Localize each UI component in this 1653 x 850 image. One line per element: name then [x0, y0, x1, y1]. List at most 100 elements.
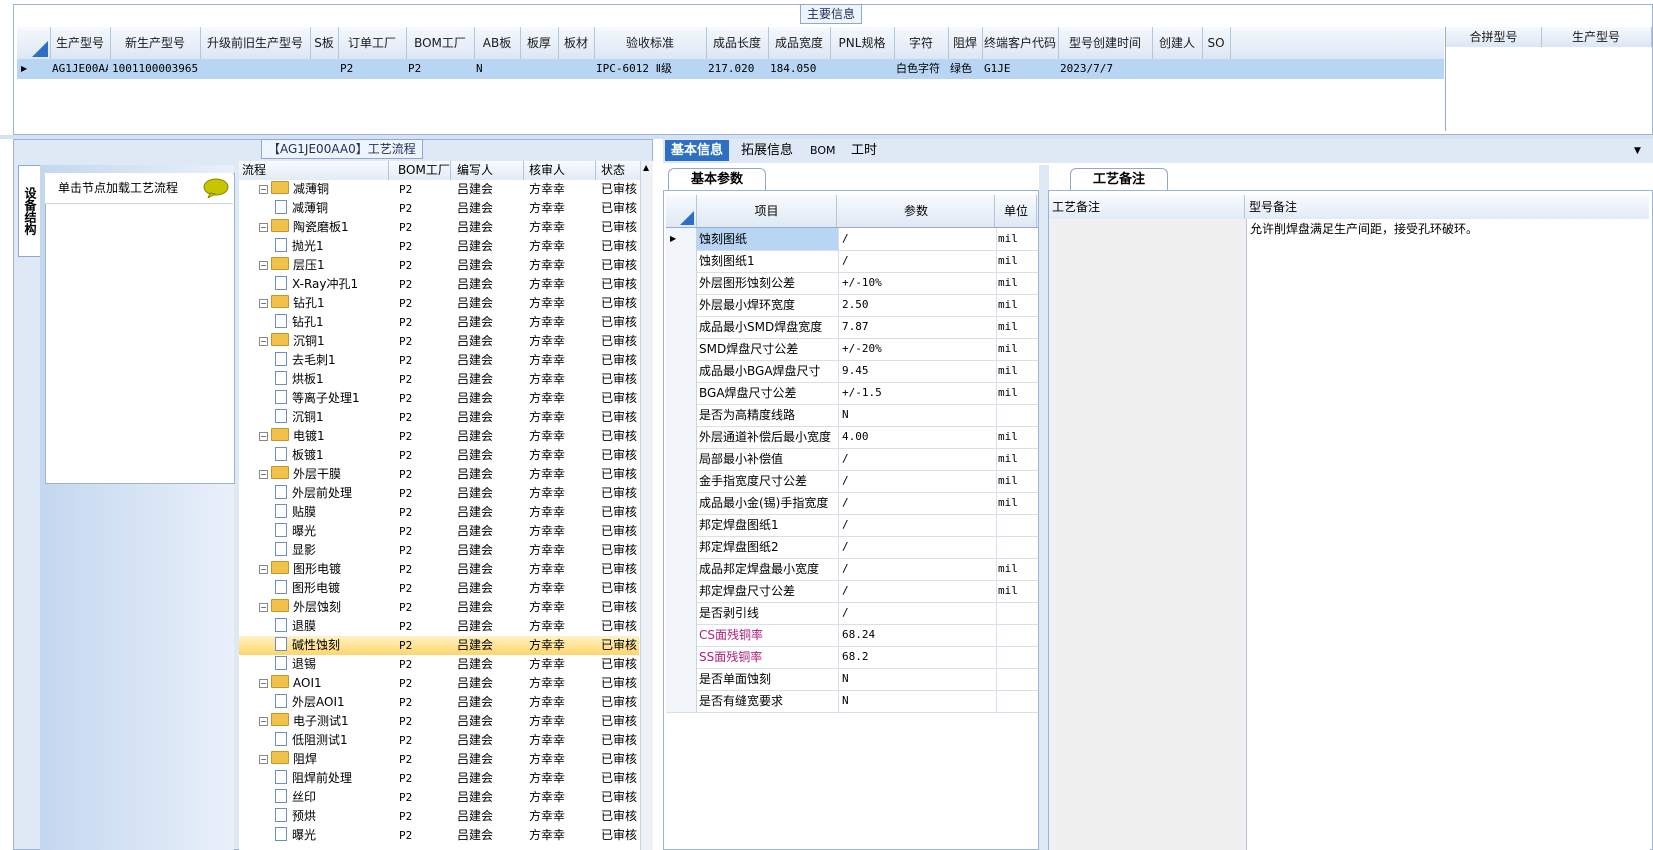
main-cell[interactable]: N	[476, 59, 518, 79]
tree-col-header[interactable]: 核审人	[526, 161, 596, 180]
tree-node[interactable]: 曝光	[275, 826, 389, 845]
tree-node[interactable]: 抛光1	[275, 237, 389, 256]
tree-node[interactable]: − 阻焊	[259, 750, 389, 769]
tree-row[interactable]: − 外层蚀刻 P2 吕建会 方幸幸 已审核	[239, 598, 639, 617]
main-col-header[interactable]: 验收标准	[594, 27, 707, 59]
tree-node[interactable]: − 图形电镀	[259, 560, 389, 579]
scroll-up-icon[interactable]: ▲	[643, 163, 649, 172]
main-cell[interactable]	[1154, 59, 1200, 79]
tree-row[interactable]: − 电子测试1 P2 吕建会 方幸幸 已审核	[239, 712, 639, 731]
tab-basic-info[interactable]: 基本信息	[665, 140, 730, 161]
params-col-header[interactable]: 参数	[838, 195, 995, 227]
merge-col-header[interactable]: 合拼型号	[1446, 27, 1542, 47]
param-row[interactable]: 外层最小焊环宽度 2.50 mil	[666, 294, 1038, 317]
param-value[interactable]: N	[838, 690, 997, 712]
tree-node[interactable]: 减薄铜	[275, 199, 389, 218]
main-cell[interactable]	[560, 59, 592, 79]
tree-node[interactable]: 等离子处理1	[275, 389, 389, 408]
collapse-icon[interactable]: −	[259, 679, 268, 688]
tree-node[interactable]: − 沉铜1	[259, 332, 389, 351]
main-cell[interactable]: G1JE	[984, 59, 1056, 79]
param-row[interactable]: 邦定焊盘图纸1/	[666, 514, 1038, 537]
tree-row[interactable]: 显影 P2 吕建会 方幸幸 已审核	[239, 541, 639, 560]
collapse-icon[interactable]: −	[259, 755, 268, 764]
collapse-icon[interactable]: −	[259, 261, 268, 270]
tree-node[interactable]: 烘板1	[275, 370, 389, 389]
tree-node[interactable]: − 陶瓷磨板1	[259, 218, 389, 237]
side-list[interactable]	[45, 173, 235, 484]
main-cell[interactable]: P2	[408, 59, 472, 79]
main-cell[interactable]: P2	[340, 59, 404, 79]
tab-basic-params[interactable]: 基本参数	[668, 168, 766, 191]
tree-node[interactable]: − AOI1	[259, 674, 389, 693]
tree-col-header[interactable]: 状态	[598, 161, 642, 180]
collapse-icon[interactable]: −	[259, 717, 268, 726]
param-row[interactable]: 蚀刻图纸1/mil	[666, 250, 1038, 273]
param-row[interactable]: 外层图形蚀刻公差 +/-10% mil	[666, 272, 1038, 295]
param-row[interactable]: BGA焊盘尺寸公差 +/-1.5 mil	[666, 382, 1038, 405]
tree-row[interactable]: − 层压1 P2 吕建会 方幸幸 已审核	[239, 256, 639, 275]
param-value[interactable]: 2.50	[838, 294, 997, 316]
param-row[interactable]: 成品最小SMD焊盘宽度 7.87 mil	[666, 316, 1038, 339]
collapse-icon[interactable]: −	[259, 470, 268, 479]
main-cell[interactable]: 白色字符	[896, 59, 946, 79]
tree-row[interactable]: − 减薄铜 P2 吕建会 方幸幸 已审核	[239, 180, 639, 199]
merge-grid-body[interactable]	[1445, 47, 1651, 131]
tab-work-hours[interactable]: 工时	[845, 140, 883, 161]
tree-node[interactable]: 去毛刺1	[275, 351, 389, 370]
tree-row[interactable]: − 陶瓷磨板1 P2 吕建会 方幸幸 已审核	[239, 218, 639, 237]
tree-node[interactable]: 碱性蚀刻	[275, 636, 389, 655]
tree-row[interactable]: 板镀1 P2 吕建会 方幸幸 已审核	[239, 446, 639, 465]
main-col-header[interactable]: 新生产型号	[110, 27, 201, 59]
tree-row[interactable]: 退锡 P2 吕建会 方幸幸 已审核	[239, 655, 639, 674]
tree-node[interactable]: 退锡	[275, 655, 389, 674]
main-cell[interactable]: 217.020	[708, 59, 766, 79]
param-row[interactable]: 金手指宽度尺寸公差 / mil	[666, 470, 1038, 493]
tree-node[interactable]: − 外层干膜	[259, 465, 389, 484]
param-row[interactable]: 成品邦定焊盘最小宽度 / mil	[666, 558, 1038, 581]
tree-row[interactable]: 减薄铜 P2 吕建会 方幸幸 已审核	[239, 199, 639, 218]
remark-col-header[interactable]: 型号备注	[1249, 195, 1449, 219]
tree-node[interactable]: 图形电镀	[275, 579, 389, 598]
tree-row[interactable]: X-Ray冲孔1 P2 吕建会 方幸幸 已审核	[239, 275, 639, 294]
tree-row[interactable]: 钻孔1 P2 吕建会 方幸幸 已审核	[239, 313, 639, 332]
main-col-header[interactable]: 生产型号	[50, 27, 111, 59]
main-cell[interactable]	[202, 59, 308, 79]
tree-row[interactable]: 碱性蚀刻 P2 吕建会 方幸幸 已审核	[239, 636, 639, 655]
main-cell[interactable]: 184.050	[770, 59, 828, 79]
tree-node[interactable]: 沉铜1	[275, 408, 389, 427]
tree-row[interactable]: − 阻焊 P2 吕建会 方幸幸 已审核	[239, 750, 639, 769]
remark-col-header[interactable]: 工艺备注	[1052, 195, 1245, 219]
tree-node[interactable]: 显影	[275, 541, 389, 560]
tab-extended-info[interactable]: 拓展信息	[735, 140, 799, 161]
tree-node[interactable]: − 电子测试1	[259, 712, 389, 731]
tree-node[interactable]: 曝光	[275, 522, 389, 541]
collapse-icon[interactable]: −	[259, 223, 268, 232]
param-row[interactable]: 成品最小金(锡)手指宽度 / mil	[666, 492, 1038, 515]
tree-row[interactable]: 烘板1 P2 吕建会 方幸幸 已审核	[239, 370, 639, 389]
main-cell[interactable]	[1204, 59, 1228, 79]
tree-row[interactable]: − AOI1 P2 吕建会 方幸幸 已审核	[239, 674, 639, 693]
main-col-header[interactable]: AB板	[474, 27, 521, 59]
collapse-icon[interactable]: −	[259, 185, 268, 194]
param-value[interactable]: 9.45	[838, 360, 997, 382]
tree-node[interactable]: 退膜	[275, 617, 389, 636]
tree-row[interactable]: 沉铜1 P2 吕建会 方幸幸 已审核	[239, 408, 639, 427]
param-value[interactable]: /	[838, 228, 997, 250]
main-col-header[interactable]: S板	[310, 27, 339, 59]
tree-node[interactable]: − 外层蚀刻	[259, 598, 389, 617]
main-col-header[interactable]: 板厚	[520, 27, 559, 59]
main-col-header[interactable]: 阻焊	[948, 27, 983, 59]
param-value[interactable]: N	[838, 668, 997, 690]
param-value[interactable]: /	[838, 580, 997, 602]
tree-row[interactable]: 外层AOI1 P2 吕建会 方幸幸 已审核	[239, 693, 639, 712]
tree-row[interactable]: 抛光1 P2 吕建会 方幸幸 已审核	[239, 237, 639, 256]
main-col-header[interactable]: 升级前旧生产型号	[200, 27, 311, 59]
param-value[interactable]: +/-20%	[838, 338, 997, 360]
main-grid-row[interactable]: ▶AG1JE00AA010011000039658P2P2NIPC-6012 Ⅱ…	[17, 59, 1444, 79]
main-col-header[interactable]: PNL规格	[830, 27, 895, 59]
tree-row[interactable]: 去毛刺1 P2 吕建会 方幸幸 已审核	[239, 351, 639, 370]
param-value[interactable]: +/-1.5	[838, 382, 997, 404]
process-tree[interactable]: − 减薄铜 P2 吕建会 方幸幸 已审核 减薄铜 P2 吕建会 方幸幸 已审核 − 陶瓷磨板1 P2 吕建会…	[239, 180, 652, 850]
tree-row[interactable]: 阻焊前处理 P2 吕建会 方幸幸 已审核	[239, 769, 639, 788]
